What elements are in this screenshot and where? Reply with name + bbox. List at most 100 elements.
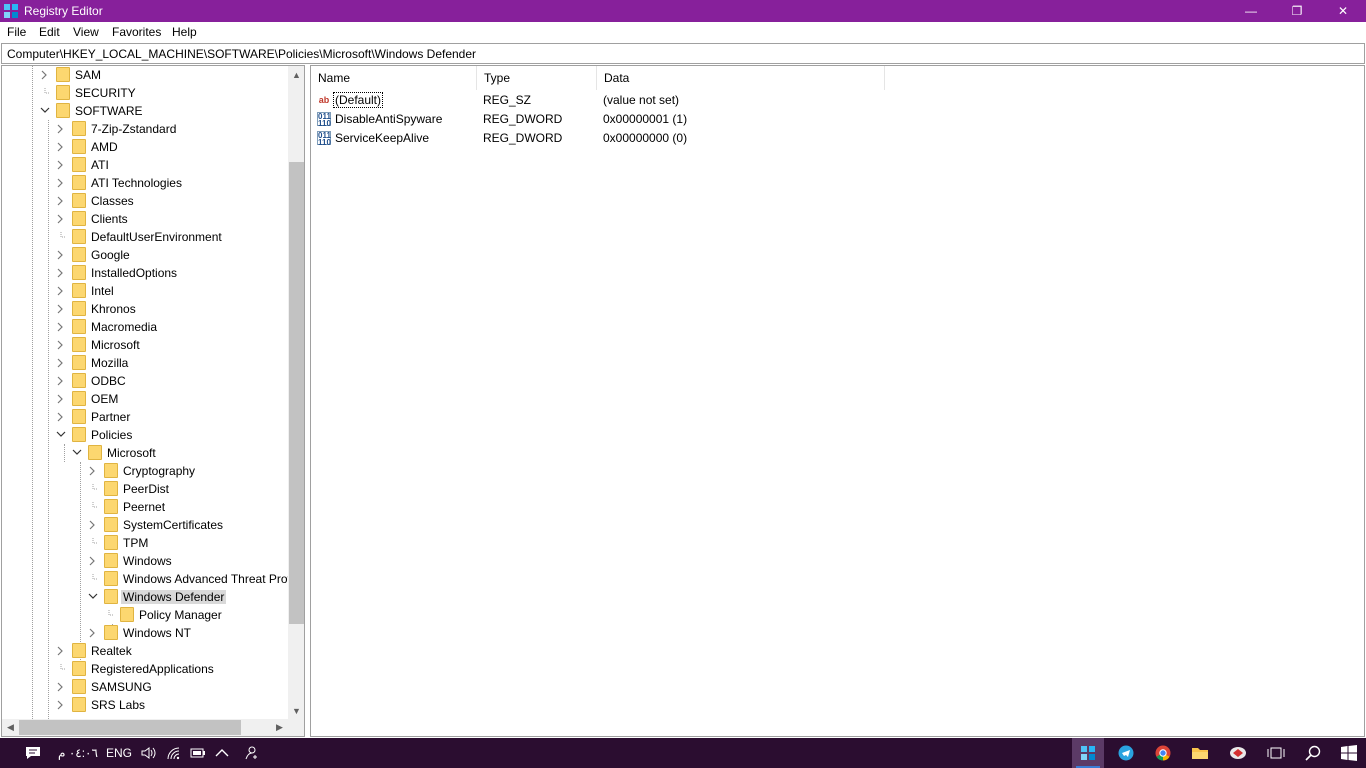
tree-node-google[interactable]: Google xyxy=(2,246,288,264)
expand-chevron-icon[interactable] xyxy=(56,682,66,692)
value-row[interactable]: 011 110 DisableAntiSpyware REG_DWORD 0x0000… xyxy=(311,110,1011,129)
tree-node-intel[interactable]: Intel xyxy=(2,282,288,300)
menu-help[interactable]: Help xyxy=(172,25,197,39)
tree-node-systemcertificates[interactable]: SystemCertificates xyxy=(2,516,288,534)
tree-node-partner[interactable]: Partner xyxy=(2,408,288,426)
tree-node-peerdist[interactable]: PeerDist xyxy=(2,480,288,498)
taskbar-clock[interactable]: ٠٤:٠٦ م xyxy=(58,738,98,768)
close-button[interactable]: ✕ xyxy=(1320,0,1366,22)
scroll-left-icon[interactable]: ◀ xyxy=(2,719,19,736)
wifi-icon[interactable] xyxy=(164,738,184,768)
tree-node-ati-technologies[interactable]: ATI Technologies xyxy=(2,174,288,192)
chrome-icon[interactable] xyxy=(1147,738,1179,768)
expand-chevron-icon[interactable] xyxy=(56,322,66,332)
value-row[interactable]: ab (Default) REG_SZ (value not set) xyxy=(311,91,1011,110)
expand-chevron-icon[interactable] xyxy=(56,214,66,224)
tree-node-windows[interactable]: Windows xyxy=(2,552,288,570)
column-header-type[interactable]: Type xyxy=(477,66,597,90)
tree-node-ati[interactable]: ATI xyxy=(2,156,288,174)
tree-node-7-zip-zstandard[interactable]: 7-Zip-Zstandard xyxy=(2,120,288,138)
tree-node-srs-labs[interactable]: SRS Labs xyxy=(2,696,288,714)
collapse-chevron-icon[interactable] xyxy=(40,106,50,116)
tree-vertical-scroll-thumb[interactable] xyxy=(289,162,304,624)
tree-node-clients[interactable]: Clients xyxy=(2,210,288,228)
tree-node-sam[interactable]: SAM xyxy=(2,66,288,84)
tree-node-mozilla[interactable]: Mozilla xyxy=(2,354,288,372)
tree-node-registeredapplications[interactable]: RegisteredApplications xyxy=(2,660,288,678)
menu-file[interactable]: File xyxy=(7,25,26,39)
expand-chevron-icon[interactable] xyxy=(56,160,66,170)
tree-node-microsoft[interactable]: Microsoft xyxy=(2,336,288,354)
collapse-chevron-icon[interactable] xyxy=(56,430,66,440)
scroll-right-icon[interactable]: ▶ xyxy=(271,719,288,736)
expand-chevron-icon[interactable] xyxy=(88,556,98,566)
menu-edit[interactable]: Edit xyxy=(39,25,60,39)
file-explorer-icon[interactable] xyxy=(1184,738,1216,768)
collapse-chevron-icon[interactable] xyxy=(72,448,82,458)
tree-node-windows-advanced-threat-prot[interactable]: Windows Advanced Threat Prot xyxy=(2,570,288,588)
expand-chevron-icon[interactable] xyxy=(88,520,98,530)
expand-chevron-icon[interactable] xyxy=(56,268,66,278)
expand-chevron-icon[interactable] xyxy=(40,70,50,80)
tree-node-software[interactable]: SOFTWARE xyxy=(2,102,288,120)
restore-button[interactable]: ❐ xyxy=(1274,0,1320,22)
expand-chevron-icon[interactable] xyxy=(56,700,66,710)
action-center-icon[interactable] xyxy=(20,738,46,768)
tree-horizontal-scrollbar[interactable]: ◀ ▶ xyxy=(2,719,288,736)
column-header-data[interactable]: Data xyxy=(597,66,885,90)
expand-chevron-icon[interactable] xyxy=(56,376,66,386)
tree-node-tpm[interactable]: TPM xyxy=(2,534,288,552)
tree-node-samsung[interactable]: SAMSUNG xyxy=(2,678,288,696)
scroll-up-icon[interactable]: ▲ xyxy=(288,66,304,83)
tree-node-installedoptions[interactable]: InstalledOptions xyxy=(2,264,288,282)
scroll-down-icon[interactable]: ▼ xyxy=(288,702,304,719)
input-language[interactable]: ENG xyxy=(104,738,134,768)
tree-node-amd[interactable]: AMD xyxy=(2,138,288,156)
tree-node-policy-manager[interactable]: Policy Manager xyxy=(2,606,288,624)
expand-chevron-icon[interactable] xyxy=(56,250,66,260)
expand-chevron-icon[interactable] xyxy=(56,286,66,296)
expand-chevron-icon[interactable] xyxy=(56,304,66,314)
value-row[interactable]: 011 110 ServiceKeepAlive REG_DWORD 0x000000… xyxy=(311,129,1011,148)
people-icon[interactable] xyxy=(240,738,262,768)
tree-node-security[interactable]: SECURITY xyxy=(2,84,288,102)
expand-chevron-icon[interactable] xyxy=(56,340,66,350)
expand-chevron-icon[interactable] xyxy=(56,394,66,404)
column-header-name[interactable]: Name xyxy=(311,66,477,90)
expand-chevron-icon[interactable] xyxy=(88,466,98,476)
menu-favorites[interactable]: Favorites xyxy=(112,25,161,39)
tree-node-windows-nt[interactable]: Windows NT xyxy=(2,624,288,642)
address-bar[interactable]: Computer\HKEY_LOCAL_MACHINE\SOFTWARE\Pol… xyxy=(1,43,1365,64)
tree-node-defaultuserenvironment[interactable]: DefaultUserEnvironment xyxy=(2,228,288,246)
tree-node-odbc[interactable]: ODBC xyxy=(2,372,288,390)
taskbar-registry-editor-button[interactable] xyxy=(1072,738,1104,768)
start-button-windows-icon[interactable] xyxy=(1334,738,1364,768)
tree-node-windows-defender[interactable]: Windows Defender xyxy=(2,588,288,606)
task-view-icon[interactable] xyxy=(1260,738,1292,768)
app-icon[interactable] xyxy=(1222,738,1254,768)
tree-node-macromedia[interactable]: Macromedia xyxy=(2,318,288,336)
expand-chevron-icon[interactable] xyxy=(56,412,66,422)
tree-node-microsoft[interactable]: Microsoft xyxy=(2,444,288,462)
expand-chevron-icon[interactable] xyxy=(88,628,98,638)
battery-icon[interactable] xyxy=(188,738,208,768)
telegram-icon[interactable] xyxy=(1110,738,1142,768)
expand-chevron-icon[interactable] xyxy=(56,142,66,152)
tree-vertical-scrollbar[interactable]: ▲ ▼ xyxy=(288,66,304,719)
minimize-button[interactable]: — xyxy=(1228,0,1274,22)
expand-chevron-icon[interactable] xyxy=(56,178,66,188)
expand-chevron-icon[interactable] xyxy=(56,124,66,134)
menu-view[interactable]: View xyxy=(73,25,99,39)
expand-chevron-icon[interactable] xyxy=(56,358,66,368)
collapse-chevron-icon[interactable] xyxy=(88,592,98,602)
show-hidden-icons-chevron-icon[interactable] xyxy=(212,738,232,768)
volume-icon[interactable] xyxy=(139,738,159,768)
search-icon[interactable] xyxy=(1298,738,1328,768)
tree-node-peernet[interactable]: Peernet xyxy=(2,498,288,516)
tree-node-oem[interactable]: OEM xyxy=(2,390,288,408)
tree-node-khronos[interactable]: Khronos xyxy=(2,300,288,318)
tree-horizontal-scroll-thumb[interactable] xyxy=(19,720,241,735)
tree-node-classes[interactable]: Classes xyxy=(2,192,288,210)
address-path[interactable]: Computer\HKEY_LOCAL_MACHINE\SOFTWARE\Pol… xyxy=(7,47,476,61)
expand-chevron-icon[interactable] xyxy=(56,196,66,206)
